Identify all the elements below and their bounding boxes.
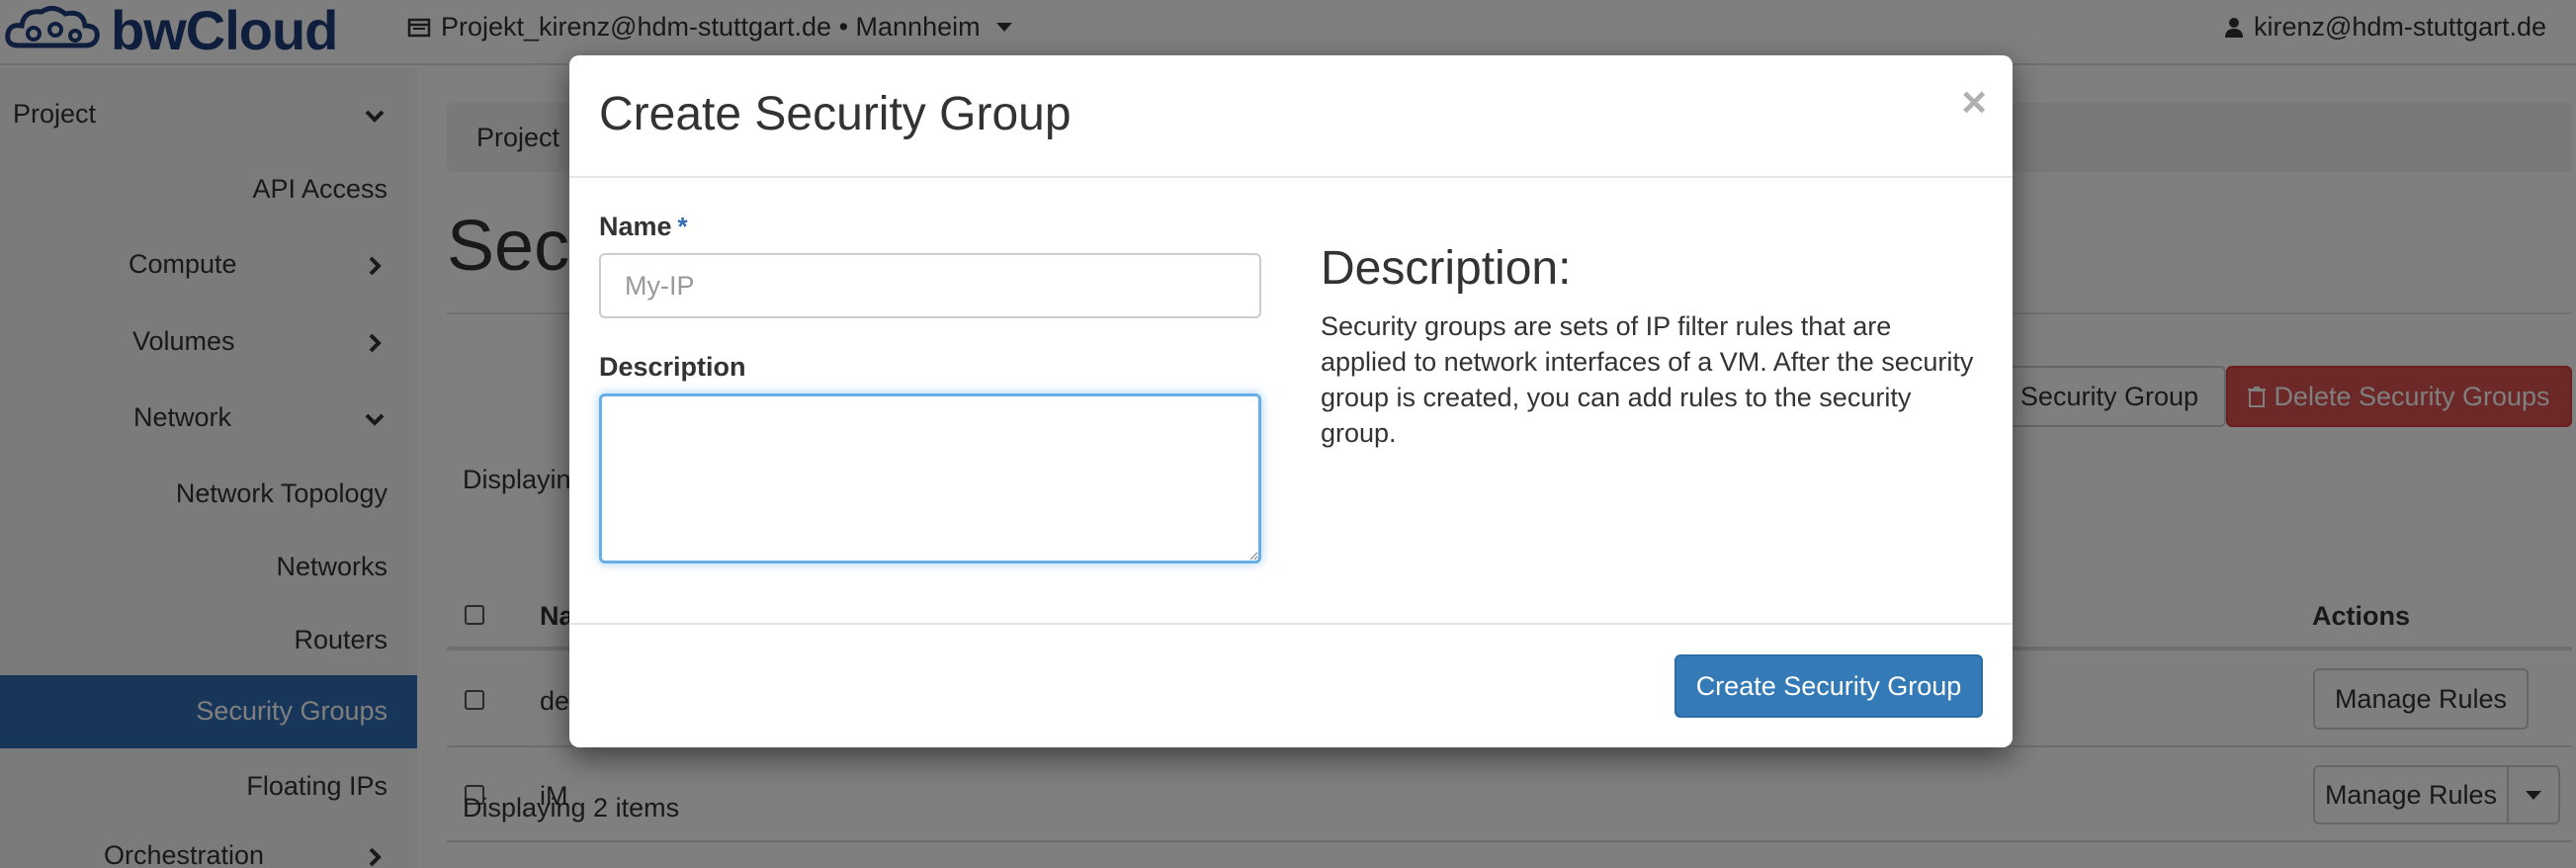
description-textarea[interactable] xyxy=(599,393,1261,564)
modal-title: Create Security Group xyxy=(599,88,1072,140)
description-label: Description xyxy=(599,352,746,382)
create-security-group-submit-button[interactable]: Create Security Group xyxy=(1674,654,1983,718)
required-marker: * xyxy=(677,212,688,241)
modal-header: Create Security Group × xyxy=(569,55,2013,178)
name-input[interactable] xyxy=(599,253,1261,318)
modal-footer: Create Security Group xyxy=(569,623,2013,747)
help-heading: Description: xyxy=(1321,242,1572,295)
close-icon[interactable]: × xyxy=(1961,81,1987,125)
help-text: Security groups are sets of IP filter ru… xyxy=(1321,311,1974,448)
name-label: Name * xyxy=(599,212,688,242)
submit-label: Create Security Group xyxy=(1695,670,1962,701)
name-label-text: Name xyxy=(599,212,672,241)
create-security-group-dialog: Create Security Group × Name* Descriptio… xyxy=(569,55,2013,747)
